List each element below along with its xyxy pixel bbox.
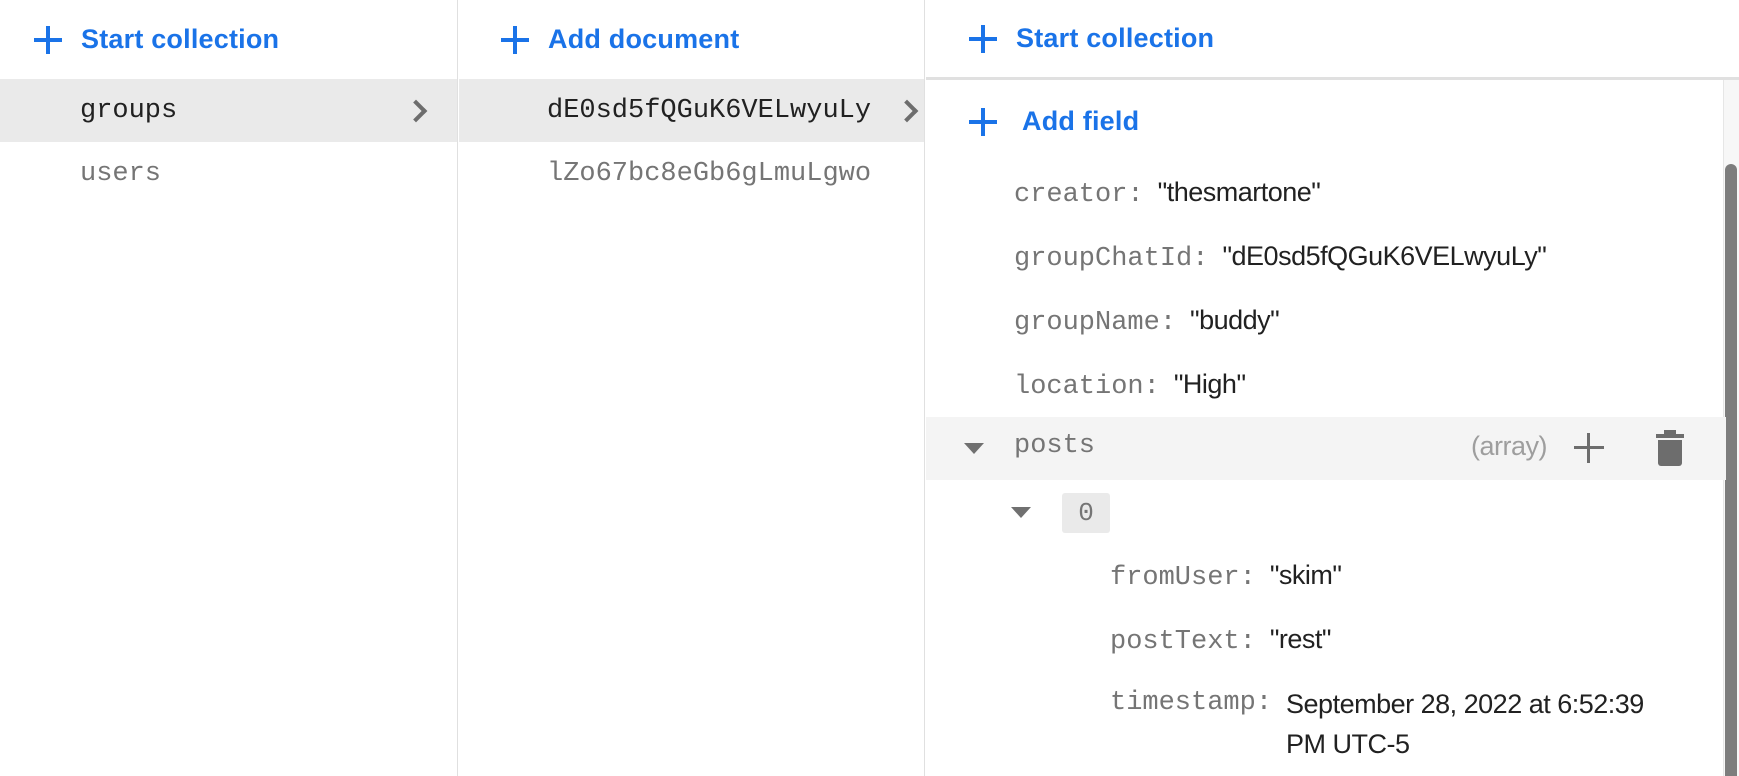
field-row[interactable]: timestamp: September 28, 2022 at 6:52:39… — [1110, 688, 1644, 764]
field-colon: : — [1239, 627, 1256, 657]
field-row[interactable]: creator: "thesmartone" — [1014, 177, 1321, 210]
fields-panel: Start collection Add field creator: "the… — [926, 0, 1739, 776]
field-key: groupChatId — [1014, 244, 1193, 274]
field-value: "buddy" — [1190, 305, 1280, 335]
field-colon: : — [1192, 244, 1209, 274]
start-collection-label: Start collection — [81, 24, 280, 54]
plus-icon — [500, 25, 530, 55]
add-document-label: Add document — [548, 24, 740, 54]
field-value: "skim" — [1269, 560, 1342, 590]
documents-panel: Add document dE0sd5fQGuK6VELwyuLy lZo67b… — [459, 0, 925, 776]
field-row[interactable]: groupChatId: "dE0sd5fQGuK6VELwyuLy" — [1014, 241, 1547, 274]
add-field-label: Add field — [1022, 106, 1140, 136]
start-subcollection-button[interactable]: Start collection — [926, 0, 1739, 80]
start-collection-button[interactable]: Start collection — [0, 0, 457, 79]
collections-panel: Start collection groups users — [0, 0, 458, 776]
field-value: "thesmartone" — [1157, 177, 1321, 207]
field-key: postText — [1110, 627, 1240, 657]
field-type-label: (array) — [1471, 431, 1548, 461]
field-colon: : — [1239, 563, 1256, 593]
field-key: creator — [1014, 180, 1128, 210]
plus-icon — [968, 24, 998, 54]
scrollbar-thumb[interactable] — [1725, 164, 1737, 776]
field-colon: : — [1159, 308, 1177, 338]
add-array-element-icon[interactable] — [1574, 433, 1604, 463]
field-value-continued: PM UTC-5 — [1286, 729, 1410, 759]
document-item[interactable]: dE0sd5fQGuK6VELwyuLy — [459, 79, 924, 142]
document-item[interactable]: lZo67bc8eGb6gLmuLgwo — [459, 142, 924, 205]
field-value: "High" — [1173, 369, 1246, 399]
plus-icon — [968, 107, 998, 137]
field-key: timestamp — [1110, 688, 1256, 718]
start-collection-label: Start collection — [1016, 23, 1215, 53]
field-row[interactable]: postText: "rest" — [1110, 624, 1332, 657]
field-value: September 28, 2022 at 6:52:39 — [1286, 689, 1644, 719]
collection-name: users — [80, 158, 162, 189]
plus-icon — [33, 25, 63, 55]
field-colon: : — [1127, 180, 1144, 210]
field-row[interactable]: location: "High" — [1014, 369, 1246, 402]
chevron-right-icon — [895, 99, 919, 122]
add-field-button[interactable]: Add field — [926, 80, 1739, 163]
collection-name: groups — [80, 95, 178, 126]
chevron-right-icon — [404, 99, 428, 122]
field-colon: : — [1255, 688, 1273, 718]
field-key: location — [1014, 372, 1144, 402]
field-list: creator: "thesmartone" groupChatId: "dE0… — [926, 163, 1726, 776]
array-index-chip[interactable]: 0 — [1062, 493, 1110, 533]
collapse-triangle-icon[interactable] — [1011, 507, 1031, 518]
timestamp-value: September 28, 2022 at 6:52:39 PM UTC-5 — [1286, 684, 1644, 764]
field-key: groupName — [1014, 308, 1160, 338]
field-row[interactable]: groupName: "buddy" — [1014, 305, 1280, 338]
field-value: "rest" — [1269, 624, 1332, 654]
array-field-key: posts — [1014, 431, 1096, 461]
field-row[interactable]: fromUser: "skim" — [1110, 560, 1342, 593]
document-id: lZo67bc8eGb6gLmuLgwo — [547, 158, 872, 189]
field-colon: : — [1143, 372, 1160, 402]
add-document-button[interactable]: Add document — [459, 0, 924, 79]
document-id: dE0sd5fQGuK6VELwyuLy — [547, 95, 872, 126]
collection-item-groups[interactable]: groups — [0, 79, 457, 142]
field-key: fromUser — [1110, 563, 1240, 593]
collection-item-users[interactable]: users — [0, 142, 457, 205]
collapse-triangle-icon[interactable] — [964, 443, 984, 454]
delete-trash-icon[interactable] — [1656, 430, 1684, 468]
field-value: "dE0sd5fQGuK6VELwyuLy" — [1222, 241, 1547, 271]
array-field-row[interactable]: posts (array) — [926, 417, 1726, 480]
